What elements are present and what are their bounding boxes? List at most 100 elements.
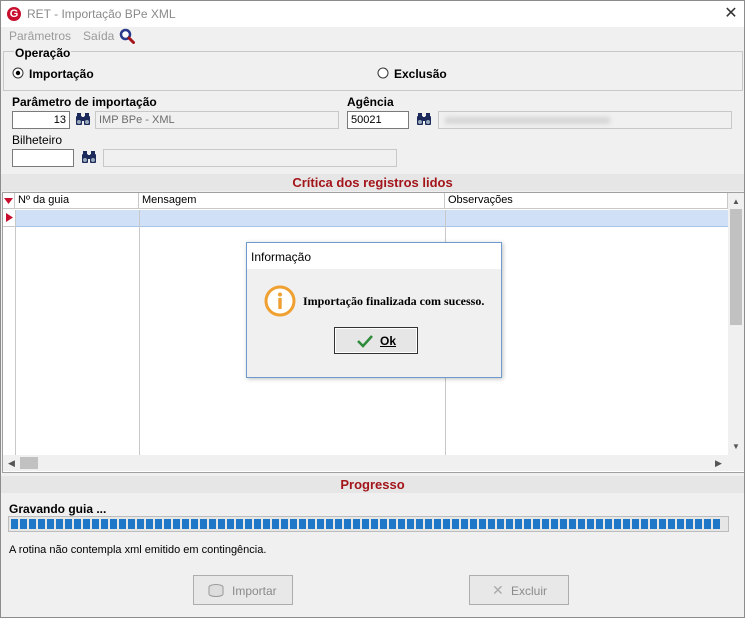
progress-segment [146, 519, 153, 529]
scroll-down-icon[interactable]: ▼ [732, 442, 740, 451]
progress-segment [497, 519, 504, 529]
progress-segment [227, 519, 234, 529]
close-icon[interactable]: ✕ [721, 4, 741, 24]
blurred-agency-name [445, 117, 610, 124]
progress-segment [353, 519, 360, 529]
progress-segment [605, 519, 612, 529]
progress-segment [632, 519, 639, 529]
progress-segment [551, 519, 558, 529]
agencia-code-field[interactable]: 50021 [347, 111, 409, 129]
info-dialog: Informação Importação finalizada com suc… [246, 242, 502, 378]
radio-exclusao-label: Exclusão [394, 67, 447, 81]
scroll-up-icon[interactable]: ▲ [732, 197, 740, 206]
scrollbar-thumb[interactable] [730, 209, 742, 325]
progress-segment [299, 519, 306, 529]
progress-segment [650, 519, 657, 529]
progress-segment [110, 519, 117, 529]
param-code-field[interactable]: 13 [12, 111, 70, 129]
progress-segment [236, 519, 243, 529]
importar-button[interactable]: Importar [193, 575, 293, 605]
title-bar: G RET - Importação BPe XML ✕ [1, 1, 744, 27]
bilheteiro-description-field [103, 149, 397, 167]
progress-segment [38, 519, 45, 529]
progress-segment [92, 519, 99, 529]
progress-segment [155, 519, 162, 529]
info-icon [264, 285, 296, 317]
progress-segment [488, 519, 495, 529]
grid-corner [3, 193, 15, 209]
binoculars-icon[interactable] [75, 112, 91, 126]
progress-segment [182, 519, 189, 529]
main-window: G RET - Importação BPe XML ✕ Parâmetros … [0, 0, 745, 618]
progress-segment [695, 519, 702, 529]
progress-segment [569, 519, 576, 529]
progress-segment [362, 519, 369, 529]
dialog-title-bar: Informação [247, 243, 501, 269]
progress-segment [389, 519, 396, 529]
progress-segment [29, 519, 36, 529]
excluir-button[interactable]: ✕ Excluir [469, 575, 569, 605]
progress-segment [164, 519, 171, 529]
row-indicator [3, 210, 15, 227]
bilheteiro-label: Bilheteiro [12, 133, 63, 147]
progress-segment [290, 519, 297, 529]
progress-segment [524, 519, 531, 529]
dialog-title: Informação [251, 250, 312, 264]
progress-segment [263, 519, 270, 529]
vertical-scrollbar[interactable]: ▲ ▼ [728, 193, 744, 455]
progress-segment [470, 519, 477, 529]
progress-segment [686, 519, 693, 529]
column-header-mensagem[interactable]: Mensagem [139, 193, 445, 209]
progress-segment [704, 519, 711, 529]
progress-segment [254, 519, 261, 529]
agencia-description-field [438, 111, 732, 129]
scroll-left-icon[interactable]: ◀ [8, 458, 15, 469]
progress-segment [326, 519, 333, 529]
progress-segment [191, 519, 198, 529]
progress-segment [533, 519, 540, 529]
column-header-guia[interactable]: Nº da guia [15, 193, 139, 209]
importar-label: Importar [232, 584, 277, 598]
operation-group-label: Operação [14, 46, 72, 60]
column-header-observacoes[interactable]: Observações [445, 193, 728, 209]
operation-group [3, 51, 743, 91]
scrollbar-thumb[interactable] [20, 457, 38, 469]
progress-section-title: Progresso [1, 476, 744, 493]
progress-segment [515, 519, 522, 529]
horizontal-scrollbar[interactable]: ◀ ▶ [3, 455, 744, 471]
progress-segment [101, 519, 108, 529]
critica-section-title: Crítica dos registros lidos [1, 174, 744, 191]
menu-saida[interactable]: Saída [83, 29, 114, 43]
dialog-message: Importação finalizada com sucesso. [303, 294, 485, 308]
progress-segment [119, 519, 126, 529]
ok-button[interactable]: Ok [334, 327, 418, 354]
progress-segment [83, 519, 90, 529]
app-logo-icon: G [7, 7, 21, 21]
progress-segment [173, 519, 180, 529]
progress-segment [668, 519, 675, 529]
bilheteiro-code-field[interactable] [12, 149, 74, 167]
agencia-label: Agência [347, 95, 394, 109]
radio-selected-icon [12, 67, 24, 79]
excluir-label: Excluir [511, 584, 548, 598]
progress-segment [344, 519, 351, 529]
table-row[interactable] [15, 210, 728, 227]
binoculars-icon[interactable] [81, 150, 97, 164]
progress-segment [128, 519, 135, 529]
progress-segment [65, 519, 72, 529]
column-divider [139, 210, 140, 455]
progress-segment [20, 519, 27, 529]
progress-segment [641, 519, 648, 529]
current-row-arrow-icon [6, 213, 13, 222]
progress-segment [596, 519, 603, 529]
binoculars-icon[interactable] [416, 112, 432, 126]
progress-segment [371, 519, 378, 529]
search-icon[interactable] [119, 28, 135, 44]
progress-segment [587, 519, 594, 529]
progress-segment [218, 519, 225, 529]
progress-segment [407, 519, 414, 529]
scroll-right-icon[interactable]: ▶ [715, 458, 722, 469]
menu-parametros[interactable]: Parâmetros [9, 29, 71, 43]
progress-segment [308, 519, 315, 529]
ok-label: Ok [380, 334, 397, 348]
